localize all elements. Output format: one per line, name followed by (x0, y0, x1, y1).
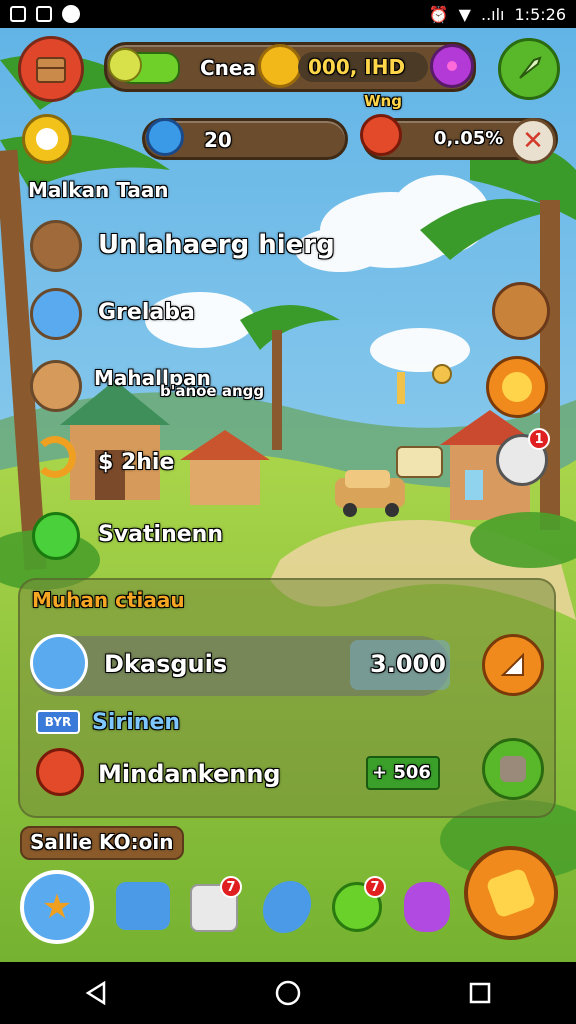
build-button[interactable] (464, 846, 558, 940)
row-1-value: 3.000 (370, 650, 446, 678)
quest-avatar-hero[interactable] (30, 288, 82, 340)
resource-label: Cnea (200, 56, 256, 80)
bottom-label: Sallie KO:oin (30, 830, 174, 854)
quest-item-1[interactable]: Unlahaerg hierg (98, 230, 335, 260)
coin-counter: 000, IHD (308, 55, 406, 79)
row-2-avatar (36, 748, 84, 796)
flower-button[interactable] (22, 114, 72, 164)
status-bar: ⏰ ▼ ..ılı 1:5:26 (0, 0, 576, 28)
section-label: Sirinen (92, 710, 181, 735)
close-icon: ✕ (522, 126, 544, 156)
ribbon-button[interactable] (404, 882, 450, 932)
lantern-icon (432, 364, 452, 384)
horseshoe-icon[interactable] (34, 436, 76, 478)
potion-icon (146, 118, 184, 156)
row-1-avatar (30, 634, 88, 692)
notification-badge: 1 (528, 428, 550, 450)
fire-mascot-icon (360, 114, 402, 156)
row-2-action-button[interactable] (482, 738, 544, 800)
slime-icon[interactable] (32, 512, 80, 560)
quest-avatar-villager[interactable] (30, 360, 82, 412)
shop-button[interactable] (18, 36, 84, 102)
row-1-label: Dkasguis (104, 650, 228, 678)
energy-value: 20 (204, 128, 232, 152)
quest-item-4[interactable]: $ 2hie (98, 450, 174, 475)
notification-icon (62, 5, 80, 23)
back-icon[interactable] (82, 979, 110, 1007)
hanging-tag (397, 372, 405, 404)
boost-button[interactable] (498, 38, 560, 100)
hammer-icon (485, 867, 537, 919)
home-character-button[interactable]: ★ (20, 870, 94, 944)
game-scene: ⏰ ▼ ..ılı 1:5:26 Cnea 000, IHD 20 Wng 0,… (0, 0, 576, 1024)
event-label: Wng (364, 92, 402, 110)
close-button[interactable]: ✕ (510, 118, 556, 164)
row-1-action-button[interactable] (482, 634, 544, 696)
quest-item-5[interactable]: Svatinenn (98, 522, 223, 547)
map-icon (500, 756, 526, 782)
quest-avatar-chest[interactable] (30, 220, 82, 272)
quest-item-3-sub: b'anoe angg (160, 382, 265, 400)
bush-badge: 7 (364, 876, 386, 898)
quest-item-2[interactable]: Grelaba (98, 300, 195, 325)
system-nav-bar (0, 962, 576, 1024)
quest-header: Malkan Taan (28, 178, 169, 202)
event-percent: 0,.05% (434, 128, 504, 149)
send-icon (500, 652, 524, 676)
recents-icon[interactable] (466, 979, 494, 1007)
star-icon: ★ (41, 887, 73, 927)
section-tag: BYR (36, 710, 80, 734)
wifi-icon: ▼ (458, 4, 471, 24)
signal-indicator: ..ılı (480, 4, 505, 24)
image-icon (10, 6, 26, 22)
home-icon[interactable] (274, 979, 302, 1007)
coin-stack-icon (258, 44, 302, 88)
row-2-value: + 506 (372, 762, 431, 783)
panel-title: Muhan ctiaau (32, 588, 185, 612)
clock: 1:5:26 (514, 4, 567, 24)
photo-icon (36, 6, 52, 22)
storage-badge: 7 (220, 876, 242, 898)
rocket-icon (519, 56, 542, 79)
crate-icon (36, 57, 66, 83)
bear-character-icon[interactable] (492, 282, 550, 340)
alarm-icon: ⏰ (428, 4, 449, 24)
purple-gem-button[interactable] (430, 44, 474, 88)
row-2-label: Mindankenng (98, 760, 281, 788)
gem-icon (108, 48, 142, 82)
tractor-button[interactable] (116, 882, 170, 930)
mascot-button[interactable] (486, 356, 548, 418)
